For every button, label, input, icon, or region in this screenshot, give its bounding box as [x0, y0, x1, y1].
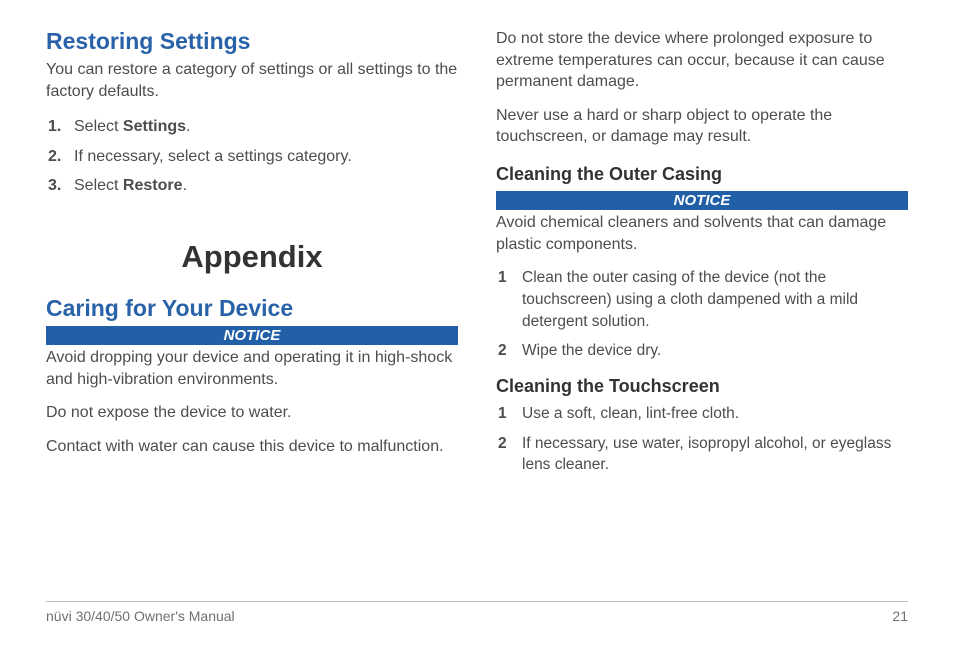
- step-number: 3: [48, 173, 74, 199]
- restoring-intro: You can restore a category of settings o…: [46, 59, 458, 102]
- heading-cleaning-touchscreen: Cleaning the Touchscreen: [496, 376, 908, 397]
- step-text: Use a soft, clean, lint-free cloth.: [522, 403, 739, 425]
- footer-title: nüvi 30/40/50 Owner's Manual: [46, 608, 235, 624]
- notice-bar: NOTICE: [46, 326, 458, 345]
- temp-warning: Do not store the device where prolonged …: [496, 28, 908, 93]
- sharp-object-warning: Never use a hard or sharp object to oper…: [496, 105, 908, 148]
- cleaners-warning: Avoid chemical cleaners and solvents tha…: [496, 212, 908, 255]
- step-number: 1: [48, 114, 74, 140]
- notice-text-1: Avoid dropping your device and operating…: [46, 347, 458, 390]
- step-number: 2: [48, 144, 74, 170]
- step-text: Select Restore.: [74, 173, 187, 199]
- notice-bar: NOTICE: [496, 191, 908, 210]
- step-1: 1 Use a soft, clean, lint-free cloth.: [498, 403, 908, 425]
- step-number: 1: [498, 403, 522, 425]
- step-number: 2: [498, 340, 522, 362]
- step-2: 2 If necessary, select a settings catego…: [48, 144, 458, 170]
- step-2: 2 Wipe the device dry.: [498, 340, 908, 362]
- step-1: 1 Clean the outer casing of the device (…: [498, 267, 908, 332]
- step-text: Clean the outer casing of the device (no…: [522, 267, 908, 332]
- restoring-steps: 1 Select Settings. 2 If necessary, selec…: [46, 114, 458, 199]
- right-column: Do not store the device where prolonged …: [496, 28, 908, 583]
- heading-cleaning-casing: Cleaning the Outer Casing: [496, 164, 908, 185]
- touchscreen-steps: 1 Use a soft, clean, lint-free cloth. 2 …: [496, 403, 908, 476]
- casing-steps: 1 Clean the outer casing of the device (…: [496, 267, 908, 362]
- heading-restoring-settings: Restoring Settings: [46, 28, 458, 55]
- step-3: 3 Select Restore.: [48, 173, 458, 199]
- step-2: 2 If necessary, use water, isopropyl alc…: [498, 433, 908, 476]
- page-number: 21: [892, 608, 908, 624]
- step-text: If necessary, use water, isopropyl alcoh…: [522, 433, 908, 476]
- step-text: Select Settings.: [74, 114, 191, 140]
- content-columns: Restoring Settings You can restore a cat…: [46, 28, 908, 583]
- step-number: 1: [498, 267, 522, 332]
- notice-text-2: Do not expose the device to water.: [46, 402, 458, 424]
- notice-text-3: Contact with water can cause this device…: [46, 436, 458, 458]
- left-column: Restoring Settings You can restore a cat…: [46, 28, 458, 583]
- heading-caring-device: Caring for Your Device: [46, 295, 458, 322]
- step-number: 2: [498, 433, 522, 476]
- step-1: 1 Select Settings.: [48, 114, 458, 140]
- page-footer: nüvi 30/40/50 Owner's Manual 21: [46, 601, 908, 624]
- step-text: Wipe the device dry.: [522, 340, 661, 362]
- step-text: If necessary, select a settings category…: [74, 144, 352, 170]
- heading-appendix: Appendix: [46, 239, 458, 275]
